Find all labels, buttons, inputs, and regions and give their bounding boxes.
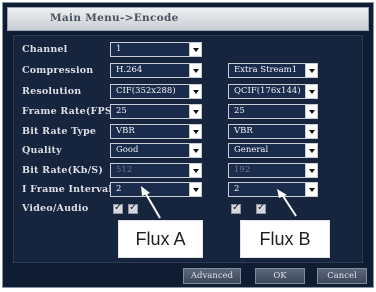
flux-a-callout: Flux A — [118, 220, 203, 258]
arrow-b-line — [282, 195, 297, 217]
flux-b-callout: Flux B — [240, 220, 330, 258]
arrow-a-line — [145, 193, 161, 219]
arrow-b-head — [277, 189, 287, 198]
arrow-a-head — [141, 186, 150, 196]
